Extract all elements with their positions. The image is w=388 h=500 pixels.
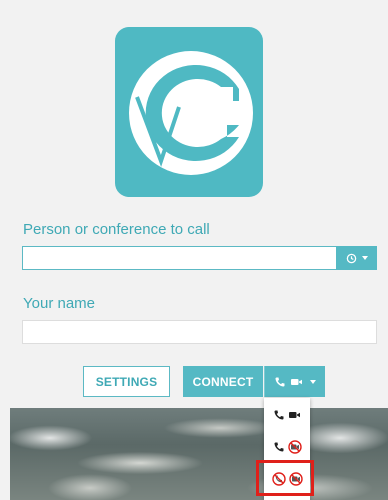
name-label: Your name: [23, 295, 95, 312]
phone-icon: [274, 410, 284, 420]
media-option-audio-video[interactable]: [264, 402, 310, 428]
person-label: Person or conference to call: [23, 221, 210, 238]
media-option-audio-only[interactable]: [264, 434, 310, 460]
video-camera-icon: [291, 378, 302, 385]
phone-icon: [275, 377, 285, 386]
connect-button[interactable]: CONNECT: [183, 366, 263, 397]
settings-button[interactable]: SETTINGS: [83, 366, 170, 397]
highlight-box: [256, 460, 314, 496]
person-input[interactable]: [22, 246, 336, 270]
phone-icon: [274, 442, 283, 452]
background-image: [10, 408, 388, 500]
vc-logo-icon: [129, 51, 253, 175]
app-logo: [115, 27, 263, 197]
history-icon: [346, 253, 356, 263]
chevron-down-icon: [361, 256, 368, 260]
person-input-group: [22, 246, 377, 270]
video-camera-icon: [289, 412, 300, 418]
chevron-down-icon: [310, 379, 316, 384]
video-off-icon: [287, 440, 302, 454]
media-options-button[interactable]: [264, 366, 325, 397]
name-input[interactable]: [22, 320, 377, 344]
history-button[interactable]: [336, 246, 377, 270]
